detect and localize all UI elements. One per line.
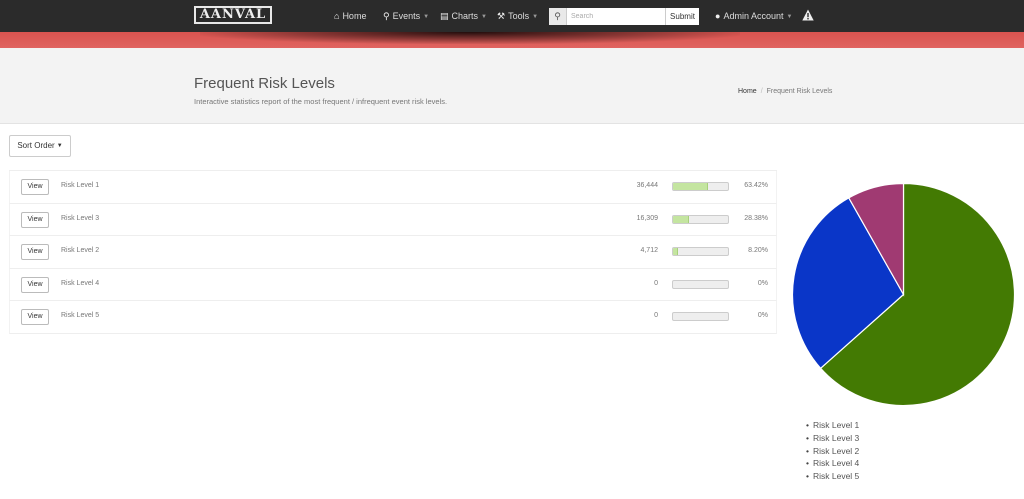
top-navbar: AANVAL ⌂ Home ⚲ Events ▼ ▤ Charts ▼ ⚒ Tools ▼ ⚲… [0, 0, 1024, 32]
nav-charts[interactable]: ▤ Charts ▼ [440, 9, 487, 23]
breadcrumb: Home / Frequent Risk Levels [738, 88, 832, 95]
progress-fill [673, 183, 708, 190]
page-subtitle: Interactive statistics report of the mos… [194, 97, 448, 106]
view-button[interactable]: View [21, 211, 49, 228]
legend-item[interactable]: Risk Level 1 [806, 419, 859, 432]
aanval-logo[interactable]: AANVAL [194, 6, 272, 24]
nav-admin-account[interactable]: ● Admin Account ▼ [715, 9, 792, 23]
breadcrumb-home-link[interactable]: Home [738, 88, 757, 95]
event-count: 0 [654, 312, 658, 319]
nav-tools[interactable]: ⚒ Tools ▼ [497, 9, 538, 23]
wrench-icon: ⚒ [497, 11, 506, 21]
caret-down-icon: ▼ [56, 143, 63, 149]
search-submit-button[interactable]: Submit [665, 8, 699, 25]
user-icon: ● [715, 11, 721, 21]
breadcrumb-separator: / [760, 88, 763, 95]
event-count: 4,712 [640, 247, 658, 254]
percent-label: 63.42% [744, 182, 768, 189]
table-row: View Risk Level 4 0 0% [9, 268, 777, 301]
nav-charts-label: Charts [451, 11, 479, 21]
percent-progress-bar [672, 214, 729, 224]
percent-progress-bar [672, 279, 729, 289]
table-row: View Risk Level 3 16,309 28.38% [9, 203, 777, 236]
risk-level-pie-chart[interactable] [791, 182, 1016, 407]
nav-account-label: Admin Account [723, 11, 784, 21]
risk-level-name: Risk Level 4 [61, 279, 100, 287]
accent-band [0, 32, 1024, 48]
search-form: ⚲ Submit [549, 8, 699, 25]
chevron-down-icon: ▼ [423, 14, 430, 20]
event-count: 36,444 [636, 182, 658, 189]
progress-fill [673, 248, 678, 255]
legend-item[interactable]: Risk Level 3 [806, 432, 859, 445]
percent-label: 8.20% [748, 247, 768, 254]
view-button[interactable]: View [21, 179, 49, 195]
sort-order-dropdown[interactable]: Sort Order ▼ [9, 135, 71, 157]
risk-level-table: View Risk Level 1 36,444 63.42% View Ris… [9, 170, 777, 334]
search-input[interactable] [571, 10, 663, 23]
nav-events[interactable]: ⚲ Events ▼ [383, 9, 429, 23]
view-button[interactable]: View [21, 309, 49, 325]
percent-progress-bar [672, 182, 729, 191]
legend-item[interactable]: Risk Level 4 [806, 457, 859, 470]
event-count: 0 [654, 279, 658, 287]
table-row: View Risk Level 1 36,444 63.42% [9, 171, 777, 204]
percent-progress-bar [672, 312, 729, 321]
chevron-down-icon: ▼ [532, 14, 539, 20]
percent-label: 0% [757, 279, 768, 287]
home-icon: ⌂ [334, 11, 340, 21]
chevron-down-icon: ▼ [786, 14, 793, 20]
event-count: 16,309 [636, 214, 658, 222]
view-button[interactable]: View [21, 276, 49, 293]
bar-chart-icon: ▤ [440, 11, 449, 21]
nav-events-label: Events [392, 11, 421, 21]
percent-label: 28.38% [744, 214, 768, 222]
nav-home-label: Home [342, 11, 367, 21]
legend-item[interactable]: Risk Level 5 [806, 470, 859, 483]
risk-level-name: Risk Level 5 [61, 312, 100, 319]
percent-label: 0% [757, 312, 768, 319]
progress-fill [673, 215, 689, 223]
risk-level-name: Risk Level 1 [61, 182, 100, 189]
percent-progress-bar [672, 247, 729, 256]
pie-legend: Risk Level 1 Risk Level 3 Risk Level 2 R… [806, 419, 859, 483]
search-icon: ⚲ [383, 11, 390, 21]
sort-order-label: Sort Order [17, 141, 55, 150]
table-row: View Risk Level 5 0 0% [9, 301, 777, 334]
nav-home[interactable]: ⌂ Home [334, 9, 366, 23]
legend-item[interactable]: Risk Level 2 [806, 445, 859, 458]
page-header: Frequent Risk Levels Interactive statist… [0, 48, 1024, 124]
breadcrumb-current: Frequent Risk Levels [766, 88, 833, 95]
chevron-down-icon: ▼ [481, 14, 487, 20]
view-button[interactable]: View [21, 244, 49, 260]
search-icon: ⚲ [549, 8, 567, 25]
warning-icon[interactable] [802, 9, 814, 21]
table-row: View Risk Level 2 4,712 8.20% [9, 236, 777, 269]
nav-tools-label: Tools [508, 11, 530, 21]
risk-level-name: Risk Level 2 [61, 247, 100, 254]
page-title: Frequent Risk Levels [194, 75, 335, 92]
risk-level-name: Risk Level 3 [61, 214, 100, 222]
